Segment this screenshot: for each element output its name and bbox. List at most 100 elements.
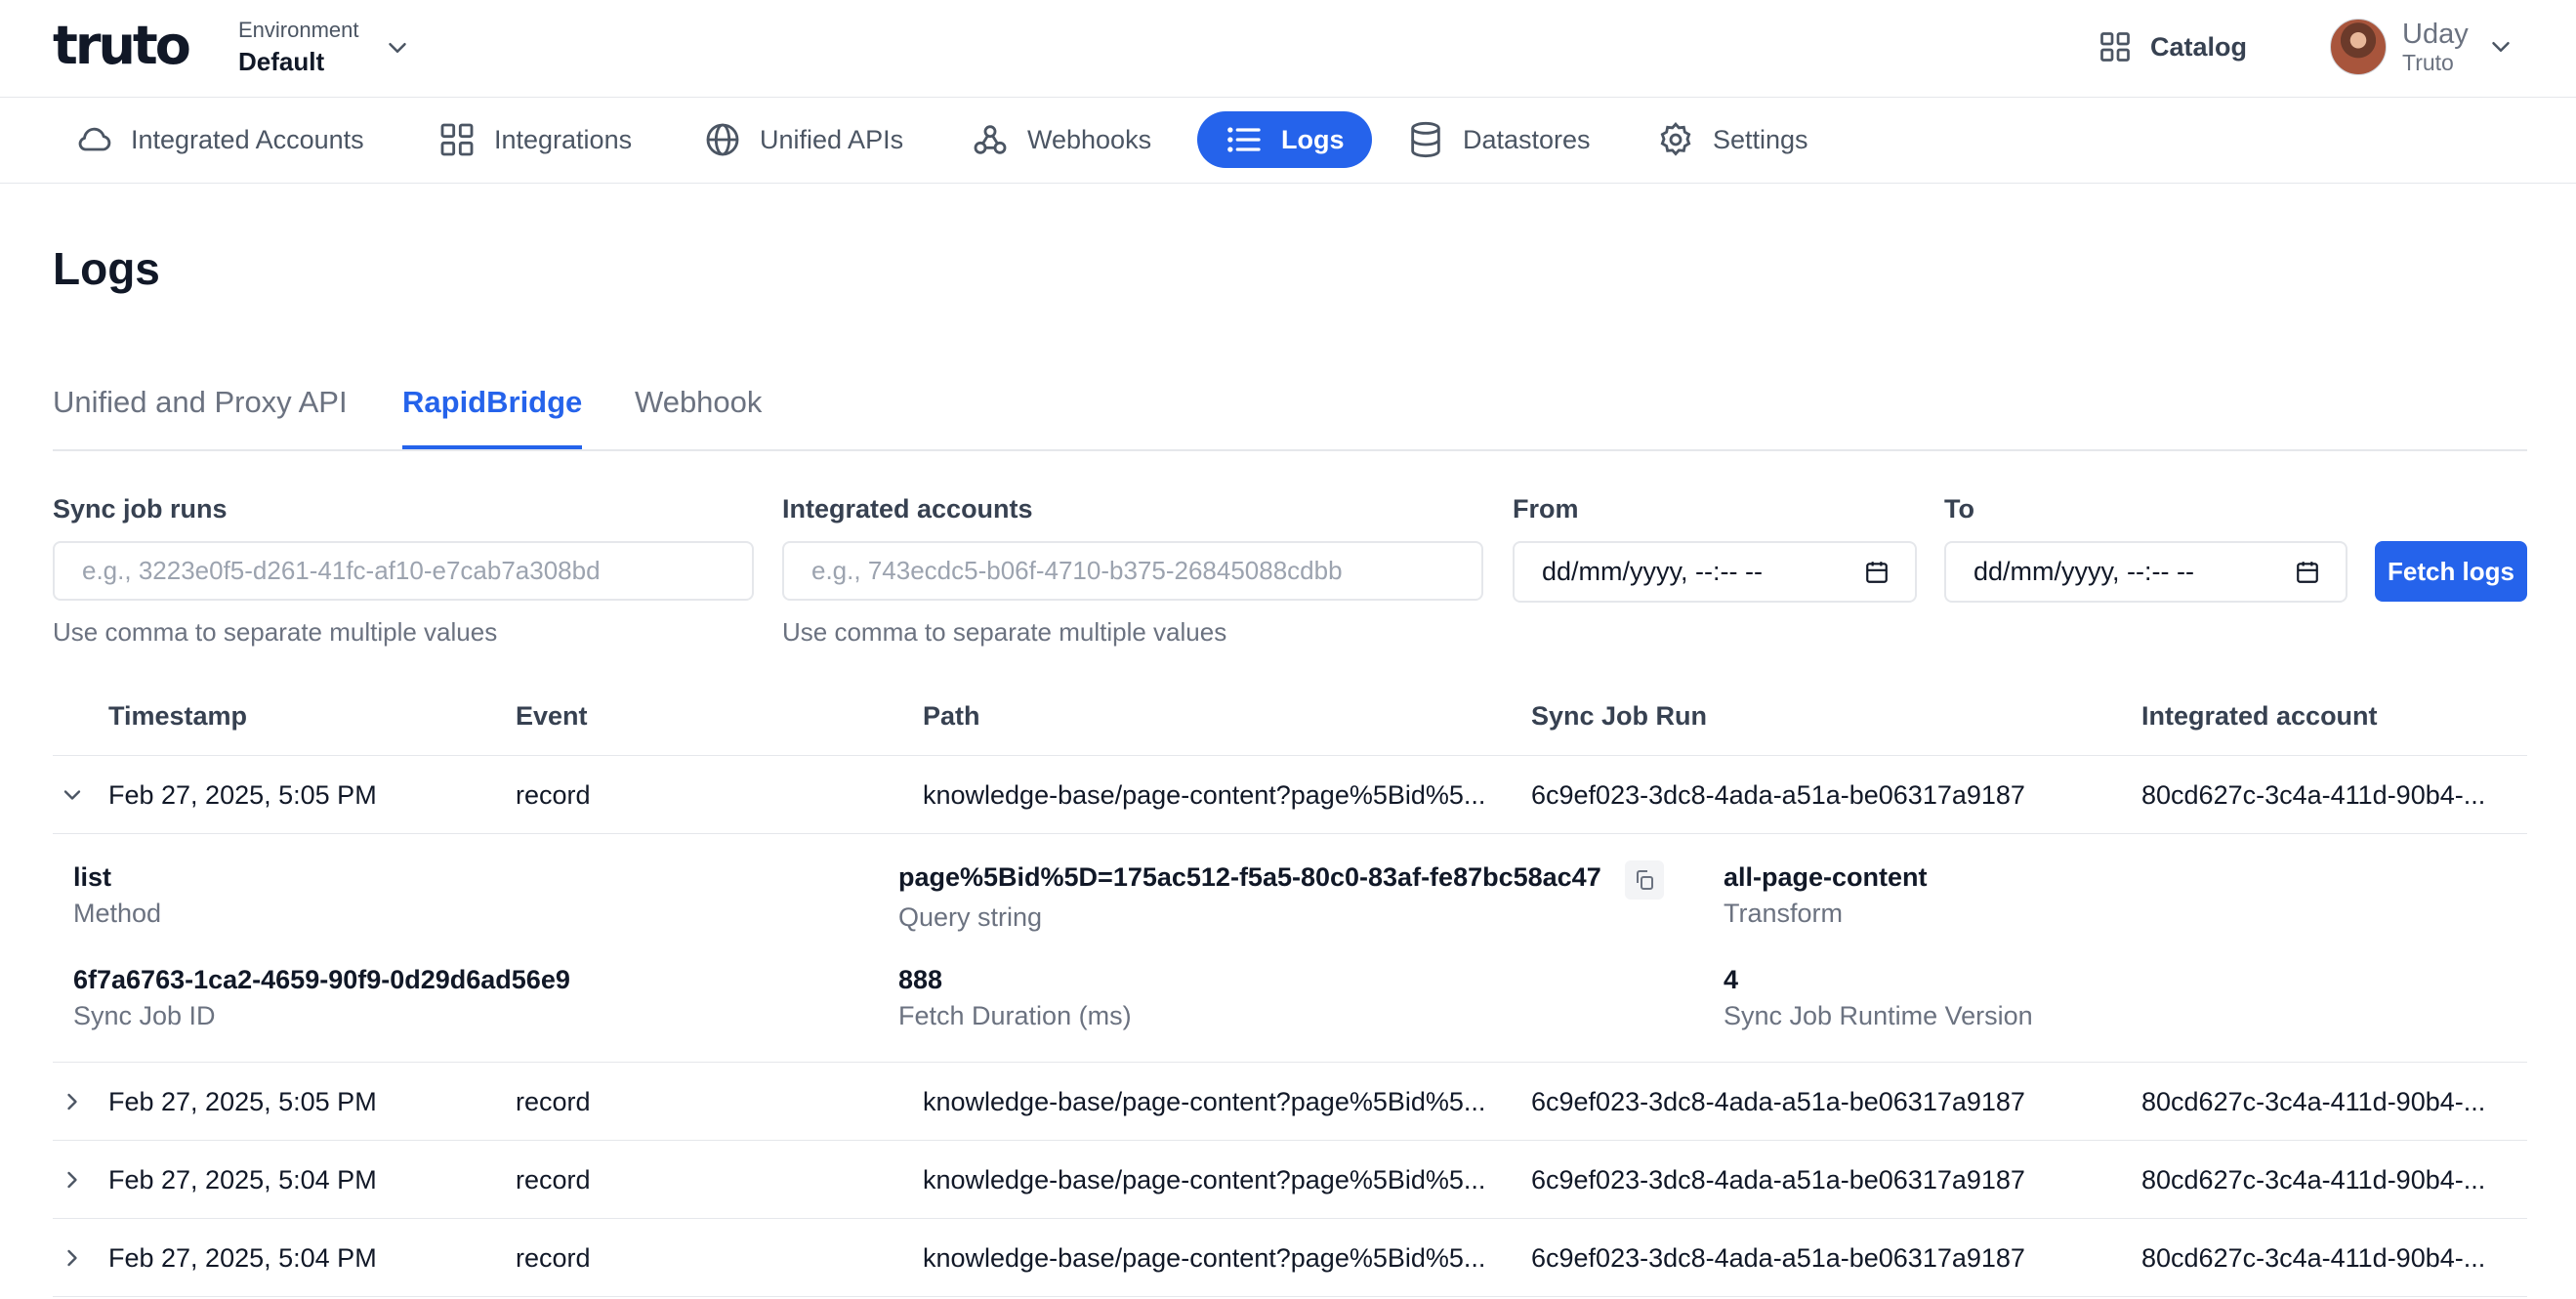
- nav-datastores[interactable]: Datastores: [1406, 111, 1591, 168]
- cell-path: knowledge-base/page-content?page%5Bid%5.…: [923, 1087, 1486, 1116]
- cell-timestamp: Feb 27, 2025, 5:04 PM: [108, 1165, 377, 1194]
- detail-fetch-duration: 888 Fetch Duration (ms): [898, 965, 1132, 1031]
- database-icon: [1411, 121, 1440, 158]
- nav-unified-apis[interactable]: Unified APIs: [703, 111, 903, 168]
- chevron-right-icon[interactable]: [59, 1166, 86, 1194]
- copy-icon: [1637, 870, 1653, 890]
- cell-path: knowledge-base/page-content?page%5Bid%5.…: [923, 1243, 1486, 1273]
- cell-sync-job-run: 6c9ef023-3dc8-4ada-a51a-be06317a9187: [1531, 1243, 2025, 1273]
- table-row[interactable]: Feb 27, 2025, 5:04 PM record knowledge-b…: [53, 1141, 2527, 1219]
- cloud-icon: [78, 127, 111, 151]
- nav-integrations[interactable]: Integrations: [437, 111, 632, 168]
- chevron-right-icon[interactable]: [59, 1088, 86, 1115]
- cell-sync-job-run: 6c9ef023-3dc8-4ada-a51a-be06317a9187: [1531, 780, 2025, 810]
- environment-selector[interactable]: Environment Default: [238, 18, 359, 77]
- sync-job-runs-label: Sync job runs: [53, 494, 228, 524]
- cell-integrated-account: 80cd627c-3c4a-411d-90b4-...: [2141, 1165, 2486, 1194]
- nav-label: Integrated Accounts: [131, 124, 364, 154]
- detail-query-string: page%5Bid%5D=175ac512-f5a5-80c0-83af-fe8…: [898, 862, 1601, 933]
- cell-integrated-account: 80cd627c-3c4a-411d-90b4-...: [2141, 780, 2486, 810]
- integrated-accounts-hint: Use comma to separate multiple values: [782, 617, 1227, 647]
- environment-value: Default: [238, 47, 325, 76]
- table-row[interactable]: Feb 27, 2025, 5:05 PM record knowledge-b…: [53, 1063, 2527, 1141]
- logo-text: truto: [53, 15, 191, 76]
- catalog-button[interactable]: Catalog: [2098, 23, 2247, 70]
- user-org: Truto: [2402, 50, 2454, 75]
- column-header-path[interactable]: Path: [923, 701, 980, 732]
- gear-icon: [1660, 122, 1691, 156]
- to-date-value: dd/mm/yyyy, --:-- --: [1974, 557, 2194, 586]
- detail-method-value: list: [73, 862, 112, 892]
- detail-runtime-version-value: 4: [1724, 965, 1739, 994]
- table-row[interactable]: Feb 27, 2025, 5:04 PM record knowledge-b…: [53, 1219, 2527, 1297]
- copy-query-string-button[interactable]: [1625, 860, 1664, 900]
- column-header-integrated-account[interactable]: Integrated account: [2141, 701, 2378, 732]
- cell-timestamp: Feb 27, 2025, 5:05 PM: [108, 1087, 377, 1116]
- from-date-input[interactable]: dd/mm/yyyy, --:-- --: [1513, 541, 1917, 603]
- chevron-down-icon[interactable]: [383, 33, 412, 63]
- globe-icon: [706, 123, 739, 156]
- chevron-right-icon[interactable]: [59, 1244, 86, 1272]
- calendar-icon: [2297, 561, 2318, 583]
- cell-integrated-account: 80cd627c-3c4a-411d-90b4-...: [2141, 1087, 2486, 1116]
- avatar: [2330, 19, 2387, 75]
- catalog-label: Catalog: [2150, 31, 2248, 62]
- table-row[interactable]: Feb 27, 2025, 5:05 PM record knowledge-b…: [53, 756, 2527, 834]
- nav-logs[interactable]: Logs: [1197, 111, 1372, 168]
- top-bar: truto Environment Default Catalog Uday T…: [0, 0, 2576, 98]
- column-header-sync-job-run[interactable]: Sync Job Run: [1531, 701, 1707, 732]
- from-date-value: dd/mm/yyyy, --:-- --: [1542, 557, 1763, 586]
- integrated-accounts-input[interactable]: [782, 541, 1483, 601]
- detail-runtime-version-label: Sync Job Runtime Version: [1724, 1001, 2033, 1030]
- chevron-down-icon: [2491, 42, 2510, 52]
- detail-query-string-label: Query string: [898, 902, 1043, 932]
- list-icon: [1227, 127, 1261, 152]
- sync-job-runs-hint: Use comma to separate multiple values: [53, 617, 498, 647]
- integrated-accounts-label: Integrated accounts: [782, 494, 1033, 524]
- nav-integrated-accounts[interactable]: Integrated Accounts: [74, 111, 364, 168]
- cell-integrated-account: 80cd627c-3c4a-411d-90b4-...: [2141, 1243, 2486, 1273]
- detail-query-string-value: page%5Bid%5D=175ac512-f5a5-80c0-83af-fe8…: [898, 862, 1601, 892]
- nav-label: Datastores: [1463, 124, 1591, 154]
- cell-timestamp: Feb 27, 2025, 5:04 PM: [108, 1243, 377, 1273]
- column-header-event[interactable]: Event: [516, 701, 588, 732]
- tab-unified-and-proxy-api[interactable]: Unified and Proxy API: [53, 385, 348, 449]
- tab-webhook[interactable]: Webhook: [635, 385, 762, 449]
- nav-label: Logs: [1281, 124, 1345, 154]
- to-date-input[interactable]: dd/mm/yyyy, --:-- --: [1944, 541, 2347, 603]
- column-header-timestamp[interactable]: Timestamp: [108, 701, 247, 732]
- detail-fetch-duration-label: Fetch Duration (ms): [898, 1001, 1132, 1030]
- nav-label: Integrations: [494, 124, 633, 154]
- webhook-icon: [974, 125, 1007, 154]
- cell-event: record: [516, 1087, 591, 1116]
- row-detail-panel: list Method page%5Bid%5D=175ac512-f5a5-8…: [53, 835, 2527, 1063]
- tab-rapidbridge[interactable]: RapidBridge: [402, 385, 583, 449]
- fetch-logs-button[interactable]: Fetch logs: [2375, 541, 2527, 602]
- detail-transform: all-page-content Transform: [1724, 862, 1928, 929]
- page-title: Logs: [53, 243, 160, 294]
- cell-event: record: [516, 1165, 591, 1194]
- chevron-down-icon[interactable]: [59, 781, 86, 809]
- detail-method-label: Method: [73, 899, 162, 928]
- grid-icon: [440, 123, 474, 156]
- sync-job-runs-input[interactable]: [53, 541, 754, 601]
- detail-sync-job-id-label: Sync Job ID: [73, 1001, 216, 1030]
- cell-path: knowledge-base/page-content?page%5Bid%5.…: [923, 1165, 1486, 1194]
- main-nav: Integrated Accounts Integrations Unified…: [0, 98, 2576, 184]
- detail-sync-job-id: 6f7a6763-1ca2-4659-90f9-0d29d6ad56e9 Syn…: [73, 965, 570, 1031]
- table-header: Timestamp Event Path Sync Job Run Integr…: [53, 684, 2527, 756]
- detail-sync-job-id-value: 6f7a6763-1ca2-4659-90f9-0d29d6ad56e9: [73, 965, 570, 994]
- user-menu[interactable]: Uday Truto: [2330, 18, 2515, 76]
- calendar-icon: [1866, 561, 1888, 583]
- truto-logo[interactable]: truto: [53, 15, 191, 76]
- detail-fetch-duration-value: 888: [898, 965, 943, 994]
- detail-runtime-version: 4 Sync Job Runtime Version: [1724, 965, 2033, 1031]
- cell-event: record: [516, 780, 591, 810]
- user-name: Uday: [2402, 19, 2469, 50]
- nav-webhooks[interactable]: Webhooks: [971, 111, 1151, 168]
- nav-settings[interactable]: Settings: [1656, 111, 1808, 168]
- from-label: From: [1513, 494, 1579, 524]
- cell-event: record: [516, 1243, 591, 1273]
- detail-transform-value: all-page-content: [1724, 862, 1928, 892]
- log-tabs: Unified and Proxy API RapidBridge Webhoo…: [53, 379, 2527, 451]
